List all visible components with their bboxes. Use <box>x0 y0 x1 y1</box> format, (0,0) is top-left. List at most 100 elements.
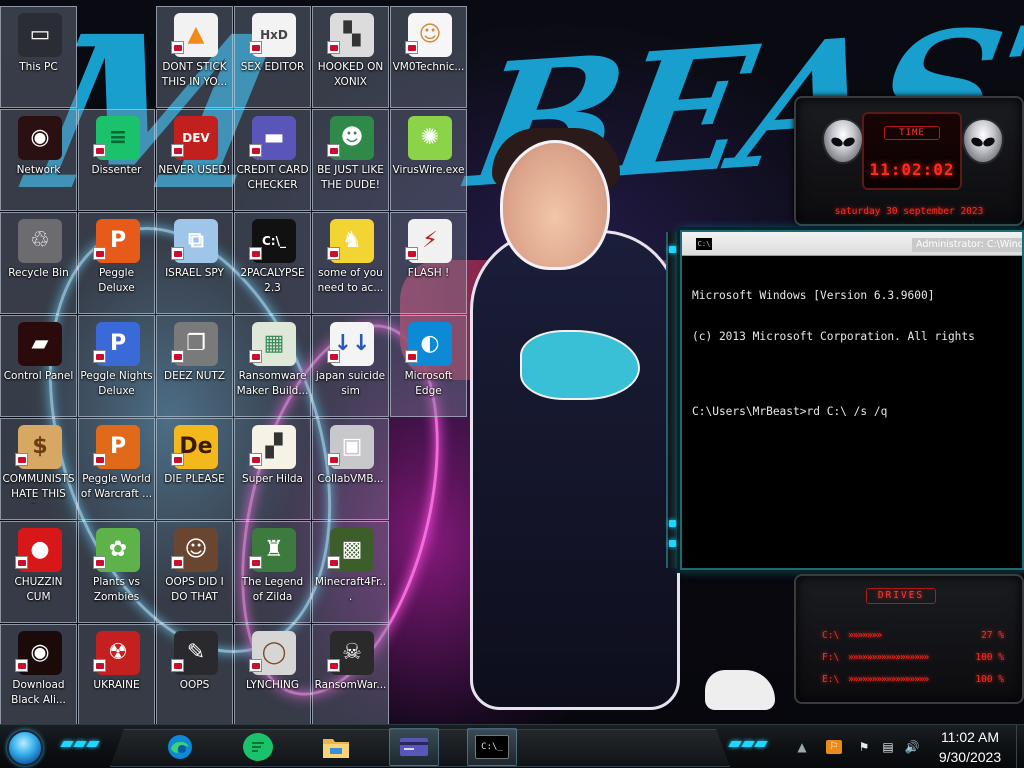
shortcut-arrow-icon <box>249 144 262 157</box>
flag-icon[interactable]: ⚑ <box>856 740 872 754</box>
taskbar-dissenter-button[interactable] <box>233 728 283 766</box>
desktop-icon-label: Minecraft4Fr... <box>314 576 387 603</box>
desktop-icon[interactable]: ▚ HOOKED ON XONIX <box>312 6 389 108</box>
desktop-icon-label: CHUZZIN CUM <box>14 576 63 603</box>
drive-row: E:\ »»»»»»»»»»»»»»»»» 100 % <box>822 674 1004 688</box>
shortcut-arrow-icon <box>171 41 184 54</box>
desktop-icon[interactable]: ✎ OOPS <box>156 624 233 726</box>
desktop-icon[interactable]: ≡ Dissenter <box>78 109 155 211</box>
network-icon: ◉ <box>18 116 62 160</box>
cmd-window-frame <box>666 232 680 568</box>
desktop-icon[interactable]: ◯ LYNCHING <box>234 624 311 726</box>
shortcut-arrow-icon <box>327 41 340 54</box>
start-orb-icon[interactable] <box>7 730 43 766</box>
taskbar-clock-date[interactable]: 9/30/2023 <box>930 749 1010 765</box>
taskbar-edge-button[interactable] <box>155 728 205 766</box>
taskbar-command-prompt-button[interactable]: C:\_ <box>467 728 517 766</box>
desktop-icon[interactable]: ☺ VM0Technic... <box>390 6 467 108</box>
frame-light <box>669 540 676 547</box>
taskbar-clock-time[interactable]: 11:02 AM <box>930 729 1010 745</box>
desktop-icon[interactable]: ▦ Ransomware Maker Build... <box>234 315 311 417</box>
desktop-icon[interactable]: ⚡ FLASH ! <box>390 212 467 314</box>
desktop-icon[interactable]: DEV NEVER USED! <box>156 109 233 211</box>
wallpaper-character-shoe <box>705 670 775 710</box>
clock-gadget[interactable]: TIME 11:02:02 saturday 30 september 2023 <box>794 96 1024 226</box>
taskbar-credit-card-checker-button[interactable] <box>389 728 439 766</box>
desktop-icon[interactable]: HxD SEX EDITOR <box>234 6 311 108</box>
shortcut-arrow-icon <box>405 41 418 54</box>
desktop-icon-label: Network <box>16 164 61 176</box>
shortcut-arrow-icon <box>249 453 262 466</box>
drive-usage-bar: »»»»»»»»»»»»»»»»» <box>848 652 929 663</box>
drive-usage-bar: »»»»»»»»»»»»»»»»» <box>848 674 929 685</box>
desktop-icon[interactable]: ▭ This PC <box>0 6 77 108</box>
cmd-line <box>692 370 1012 378</box>
desktop-icon[interactable]: ✺ VirusWire.exe <box>390 109 467 211</box>
cmd-console-output[interactable]: Microsoft Windows [Version 6.3.9600] (c)… <box>682 256 1022 568</box>
desktop-icon[interactable]: C:\_ 2PACALYPSE 2.3 <box>234 212 311 314</box>
desktop-icon[interactable]: ⧉ ISRAEL SPY <box>156 212 233 314</box>
desktop-icon[interactable]: ↓↓ japan suicide sim <box>312 315 389 417</box>
volume-icon[interactable]: 🔊 <box>904 740 920 754</box>
desktop-icon-label: 2PACALYPSE 2.3 <box>240 267 305 294</box>
desktop-icon-label: Peggle Nights Deluxe <box>80 370 153 397</box>
desktop-icon[interactable]: ☻ BE JUST LIKE THE DUDE! <box>312 109 389 211</box>
desktop-icon[interactable]: De DIE PLEASE <box>156 418 233 520</box>
desktop-icon[interactable]: ☺ OOPS DID I DO THAT <box>156 521 233 623</box>
desktop-icon[interactable]: P Peggle Nights Deluxe <box>78 315 155 417</box>
desktop-icon[interactable]: ▞ Super Hilda <box>234 418 311 520</box>
desktop-icon[interactable]: ▰ Control Panel <box>0 315 77 417</box>
desktop-icon[interactable]: ✿ Plants vs Zombies <box>78 521 155 623</box>
desktop-icon[interactable]: P Peggle World of Warcraft ... <box>78 418 155 520</box>
desktop-icon-label: Super Hilda <box>242 473 303 485</box>
cmd-window-icon[interactable]: C:\ <box>696 238 712 250</box>
desktop-icon[interactable]: ♲ Recycle Bin <box>0 212 77 314</box>
desktop-icon[interactable]: P Peggle Deluxe <box>78 212 155 314</box>
credit-card-checker-icon <box>399 733 429 761</box>
command-prompt-window[interactable]: C:\ Administrator: C:\Windo Microsoft Wi… <box>680 230 1024 570</box>
drive-usage-bar: »»»»»»» <box>848 630 882 641</box>
shortcut-arrow-icon <box>327 144 340 157</box>
desktop-icon[interactable]: ◉ Network <box>0 109 77 211</box>
show-hidden-icons-icon[interactable]: ▲ <box>794 740 810 754</box>
desktop-icon[interactable]: ● CHUZZIN CUM <box>0 521 77 623</box>
shortcut-arrow-icon <box>15 659 28 672</box>
desktop-icon[interactable]: $COMMUNISTS HATE THIS G... <box>0 418 77 520</box>
shortcut-arrow-icon <box>15 556 28 569</box>
network-icon[interactable]: ▤ <box>880 740 896 754</box>
desktop-icon[interactable]: ▬ CREDIT CARD CHECKER <box>234 109 311 211</box>
desktop-icon-label: SEX EDITOR <box>240 61 305 73</box>
desktop-icon[interactable]: ◉ Download Black Ali... <box>0 624 77 726</box>
desktop-icon[interactable]: ☠ RansomWar... <box>312 624 389 726</box>
notification-icon[interactable]: ⚐ <box>826 740 842 754</box>
show-desktop-button[interactable] <box>1016 725 1024 768</box>
desktop-icon[interactable]: ❐ DEEZ NUTZ <box>156 315 233 417</box>
desktop-icon[interactable]: ◐ Microsoft Edge <box>390 315 467 417</box>
desktop-icon[interactable]: ☢ UKRAINE <box>78 624 155 726</box>
control-panel-icon: ▰ <box>18 322 62 366</box>
drives-gadget[interactable]: DRIVES C:\ »»»»»»» 27 % F:\ »»»»»»»»»»»»… <box>794 574 1024 704</box>
frame-light <box>669 520 676 527</box>
desktop-icon[interactable]: ▲ DONT STICK THIS IN YO... <box>156 6 233 108</box>
desktop-icon-label: DEEZ NUTZ <box>163 370 226 382</box>
shortcut-arrow-icon <box>249 350 262 363</box>
desktop-icon-label: UKRAINE <box>93 679 140 691</box>
desktop-icon[interactable]: ♞ some of you need to ac... <box>312 212 389 314</box>
shortcut-arrow-icon <box>93 247 106 260</box>
desktop-icon-label: OOPS DID I DO THAT <box>165 576 224 603</box>
taskbar-file-explorer-button[interactable] <box>311 728 361 766</box>
cmd-prompt-line[interactable]: C:\Users\MrBeast>rd C:\ /s /q <box>692 405 1012 419</box>
shortcut-arrow-icon <box>15 453 28 466</box>
frame-light <box>669 246 676 253</box>
cmd-titlebar[interactable]: C:\ Administrator: C:\Windo <box>682 232 1022 256</box>
clock-gadget-date: saturday 30 september 2023 <box>834 206 984 217</box>
drive-row: C:\ »»»»»»» 27 % <box>822 630 1004 644</box>
desktop-icon[interactable]: ♜ The Legend of Zilda <box>234 521 311 623</box>
desktop-icon-label: Microsoft Edge <box>404 370 453 397</box>
shortcut-arrow-icon <box>327 659 340 672</box>
desktop-icon[interactable]: ▩ Minecraft4Fr... <box>312 521 389 623</box>
taskbar-decoration <box>728 741 768 747</box>
desktop-icon[interactable]: ▣ CollabVMB... <box>312 418 389 520</box>
recycle-bin-icon: ♲ <box>18 219 62 263</box>
drive-letter: E:\ <box>822 674 840 685</box>
